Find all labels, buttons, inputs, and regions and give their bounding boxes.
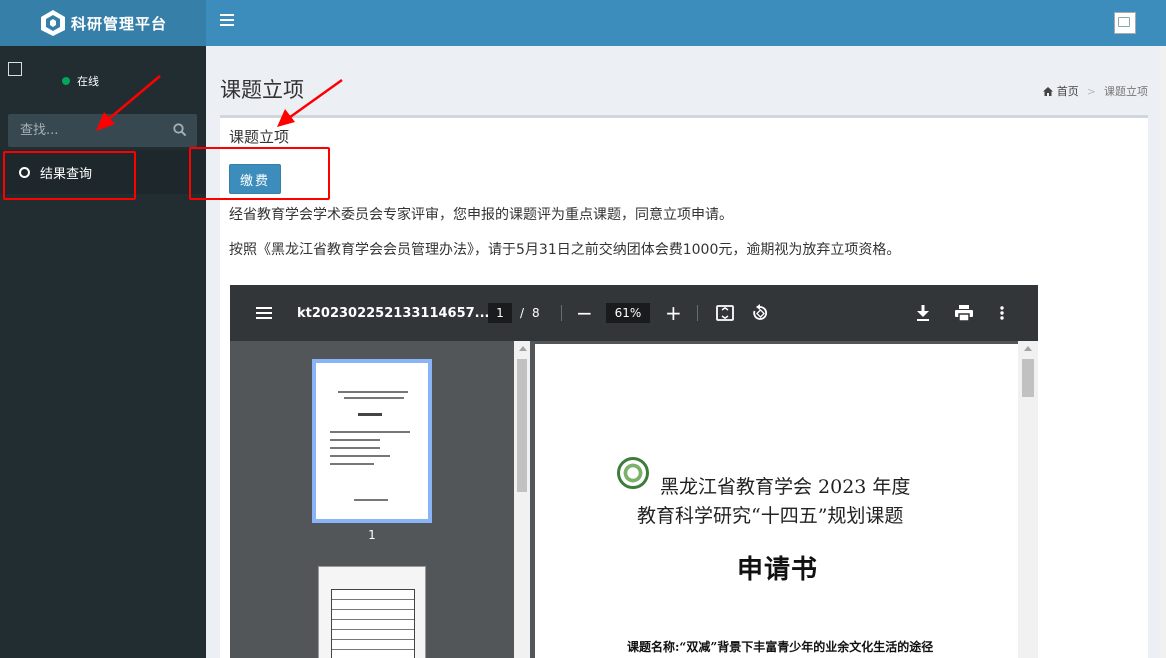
user-avatar[interactable] <box>1114 12 1136 34</box>
annotation-box-sidebar <box>3 151 136 200</box>
toolbar-divider <box>697 305 698 321</box>
notice-text-review: 经省教育学会学术委员会专家评审，您申报的课题评为重点课题，同意立项申请。 <box>229 207 733 223</box>
fit-page-icon[interactable] <box>716 285 734 341</box>
user-panel-checkbox[interactable] <box>8 62 22 76</box>
doc-header-line2: 教育科学研究“十四五”规划课题 <box>637 505 904 527</box>
scroll-up-arrow-icon[interactable] <box>519 346 527 351</box>
pdf-filename: kt20230225213311465​7... <box>297 305 490 321</box>
sidebar-search <box>8 114 197 147</box>
sidebar-toggle-icon[interactable] <box>220 14 234 28</box>
thumbnail-scroll-thumb[interactable] <box>517 359 527 492</box>
pdf-viewer: kt20230225213311465​7... 1 / 8 − 61% + <box>230 285 1038 658</box>
zoom-out-button[interactable]: − <box>576 285 593 341</box>
page-scrollbar[interactable] <box>1018 341 1038 658</box>
cube-logo-icon <box>40 10 65 36</box>
page-scroll-thumb[interactable] <box>1022 359 1034 397</box>
top-navbar <box>206 0 1166 46</box>
window-scrollbar[interactable] <box>1160 46 1166 658</box>
more-options-icon[interactable] <box>1000 285 1004 341</box>
main-box: 课题立项 缴费 经省教育学会学术委员会专家评审，您申报的课题评为重点课题，同意立… <box>220 115 1148 658</box>
page-indicator: 1 / 8 <box>488 285 540 341</box>
app-logo-bar[interactable]: 科研管理平台 <box>0 0 206 46</box>
page-thumbnail-2[interactable] <box>318 566 426 658</box>
thumbnail-scrollbar[interactable] <box>514 341 530 658</box>
sidebar-search-input[interactable] <box>8 114 158 147</box>
annotation-box-pay <box>189 147 330 200</box>
rotate-icon[interactable] <box>751 285 769 341</box>
zoom-in-button[interactable]: + <box>665 285 682 341</box>
toolbar-divider <box>561 305 562 321</box>
download-icon[interactable] <box>916 285 930 341</box>
online-dot-icon <box>62 77 70 85</box>
scroll-up-arrow-icon[interactable] <box>1024 346 1032 351</box>
sidebar: 在线 结果查询 <box>0 46 206 658</box>
breadcrumb-current: 课题立项 <box>1104 85 1148 98</box>
search-icon[interactable] <box>173 123 187 137</box>
association-emblem-icon <box>617 457 649 489</box>
pdf-toolbar: kt20230225213311465​7... 1 / 8 − 61% + <box>230 285 1038 341</box>
notice-text-payment: 按照《黑龙江省教育学会会员管理办法》，请于5月31日之前交纳团体会费1000元，… <box>229 242 901 258</box>
pdf-page-area: 黑龙江省教育学会 2023 年度 教育科学研究“十四五”规划课题 申请书 课题名… <box>532 341 1019 658</box>
menu-icon[interactable] <box>256 285 272 341</box>
thumbnail-page-number: 1 <box>368 528 376 542</box>
box-title: 课题立项 <box>229 128 290 146</box>
doc-header-line1: 黑龙江省教育学会 2023 年度 <box>660 476 911 498</box>
page-title: 课题立项 <box>220 78 304 102</box>
pdf-page: 黑龙江省教育学会 2023 年度 教育科学研究“十四五”规划课题 申请书 课题名… <box>535 344 1019 658</box>
app-title: 科研管理平台 <box>70 14 167 33</box>
page-number-input[interactable]: 1 <box>488 303 512 323</box>
doc-title: 申请书 <box>737 555 819 585</box>
breadcrumb-separator: > <box>1086 84 1096 98</box>
breadcrumb: 首页 > 课题立项 <box>1042 83 1148 99</box>
page-thumbnail-1[interactable] <box>312 359 432 523</box>
breadcrumb-home[interactable]: 首页 <box>1057 83 1079 99</box>
zoom-level-text: 61% <box>606 303 650 323</box>
doc-subject: 课题名称:“双减”背景下丰富青少年的业余文化生活的途径 <box>627 640 934 654</box>
page-separator: / <box>520 306 525 320</box>
pdf-thumbnail-panel: 1 <box>230 341 530 658</box>
zoom-level[interactable]: 61% <box>606 285 650 341</box>
page-total: 8 <box>532 306 540 320</box>
online-status: 在线 <box>62 73 99 89</box>
print-icon[interactable] <box>955 285 973 341</box>
home-icon <box>1042 86 1053 96</box>
online-label: 在线 <box>77 75 99 88</box>
